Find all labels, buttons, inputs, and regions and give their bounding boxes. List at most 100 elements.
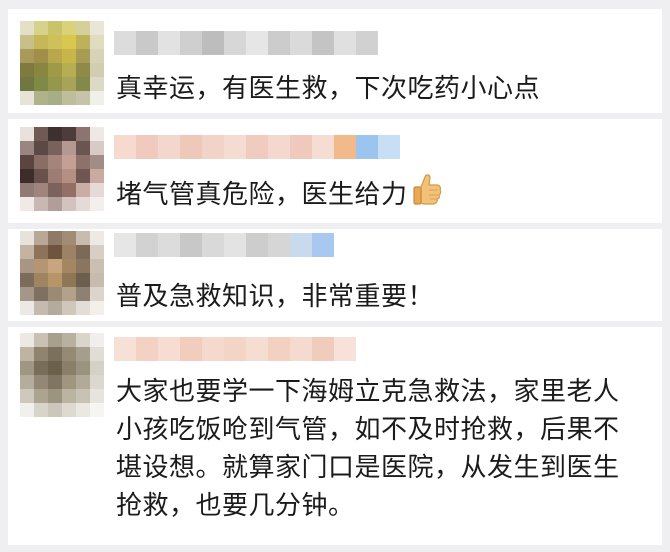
avatar-pixel: [48, 49, 62, 63]
username-pixel: [246, 233, 268, 257]
avatar-pixel: [20, 259, 34, 273]
avatar[interactable]: [20, 127, 104, 211]
avatar-pixel: [20, 63, 34, 77]
username-pixel: [312, 31, 334, 55]
avatar-pixel: [48, 197, 62, 211]
avatar-pixel: [34, 155, 48, 169]
username-pixel: [290, 135, 312, 159]
username-blurred[interactable]: [114, 31, 378, 55]
avatar-pixel: [90, 155, 104, 169]
avatar-pixel: [48, 259, 62, 273]
avatar[interactable]: [20, 333, 104, 417]
avatar-pixel: [34, 273, 48, 287]
avatar-pixel: [76, 169, 90, 183]
comment-body: 真幸运，有医生救，下次吃药小心点: [116, 74, 541, 104]
avatar-pixel: [34, 347, 48, 361]
comment-card: 大家也要学一下海姆立克急救法，家里老人小孩吃饭呛到气管，如不及时抢救，后果不堪设…: [8, 327, 662, 545]
username-pixel: [136, 337, 158, 361]
avatar-pixel: [48, 361, 62, 375]
avatar-pixel: [48, 273, 62, 287]
username-pixel: [224, 135, 246, 159]
avatar-pixel: [62, 375, 76, 389]
avatar[interactable]: [20, 21, 104, 105]
avatar-pixel: [76, 63, 90, 77]
username-pixel: [114, 337, 136, 361]
avatar-pixel: [48, 155, 62, 169]
avatar[interactable]: [20, 231, 104, 315]
avatar-pixel: [62, 49, 76, 63]
avatar-pixel: [76, 273, 90, 287]
comment-card: 堵气管真危险，医生给力: [8, 119, 662, 223]
avatar-pixel: [62, 141, 76, 155]
username-pixel: [334, 135, 356, 159]
username-pixel: [202, 135, 224, 159]
avatar-pixel: [90, 169, 104, 183]
avatar-pixel: [34, 231, 48, 245]
comment-body: 堵气管真危险，医生给力: [116, 180, 408, 210]
avatar-pixel: [90, 347, 104, 361]
avatar-pixel: [20, 141, 34, 155]
username-pixel: [202, 233, 224, 257]
username-pixel: [246, 337, 268, 361]
avatar-pixel: [48, 127, 62, 141]
avatar-pixel: [34, 141, 48, 155]
avatar-pixel: [76, 49, 90, 63]
avatar-pixel: [90, 63, 104, 77]
username-pixel: [268, 31, 290, 55]
username-pixel: [202, 31, 224, 55]
avatar-pixel: [20, 347, 34, 361]
comment-text: 真幸运，有医生救，下次吃药小心点: [116, 71, 644, 107]
avatar-pixel: [34, 35, 48, 49]
avatar-pixel: [76, 231, 90, 245]
username-pixel: [290, 337, 312, 361]
avatar-pixel: [34, 301, 48, 315]
avatar-pixel: [34, 361, 48, 375]
username-pixel: [180, 337, 202, 361]
comment-text: 堵气管真危险，医生给力: [116, 173, 644, 217]
username-pixel: [224, 31, 246, 55]
avatar-pixel: [34, 259, 48, 273]
username-pixel: [312, 135, 334, 159]
avatar-pixel: [76, 77, 90, 91]
avatar-pixel: [62, 347, 76, 361]
avatar-pixel: [48, 375, 62, 389]
username-blurred[interactable]: [114, 233, 334, 257]
avatar-pixel: [62, 127, 76, 141]
avatar-pixel: [20, 35, 34, 49]
avatar-pixel: [34, 91, 48, 105]
avatar-pixel: [76, 403, 90, 417]
avatar-pixel: [90, 77, 104, 91]
avatar-pixel: [20, 333, 34, 347]
comment-text: 大家也要学一下海姆立克急救法，家里老人小孩吃饭呛到气管，如不及时抢救，后果不堪设…: [116, 373, 644, 525]
avatar-pixel: [62, 155, 76, 169]
avatar-pixel: [34, 49, 48, 63]
avatar-pixel: [62, 77, 76, 91]
avatar-pixel: [62, 245, 76, 259]
avatar-pixel: [48, 347, 62, 361]
username-pixel: [356, 135, 378, 159]
username-blurred[interactable]: [114, 135, 400, 159]
avatar-pixel: [90, 403, 104, 417]
avatar-pixel: [62, 403, 76, 417]
avatar-pixel: [62, 301, 76, 315]
avatar-pixel: [34, 183, 48, 197]
username-pixel: [136, 31, 158, 55]
username-pixel: [180, 233, 202, 257]
comment-text: 普及急救知识，非常重要！: [116, 279, 644, 315]
avatar-pixel: [76, 35, 90, 49]
avatar-pixel: [48, 333, 62, 347]
avatar-pixel: [62, 273, 76, 287]
comment-body: 普及急救知识，非常重要！: [116, 282, 435, 312]
username-pixel: [158, 233, 180, 257]
avatar-pixel: [20, 77, 34, 91]
avatar-pixel: [20, 155, 34, 169]
username-pixel: [224, 337, 246, 361]
username-blurred[interactable]: [114, 337, 356, 361]
avatar-pixel: [62, 197, 76, 211]
avatar-pixel: [90, 197, 104, 211]
username-pixel: [114, 31, 136, 55]
avatar-pixel: [62, 361, 76, 375]
avatar-pixel: [20, 389, 34, 403]
avatar-pixel: [90, 91, 104, 105]
avatar-pixel: [90, 389, 104, 403]
